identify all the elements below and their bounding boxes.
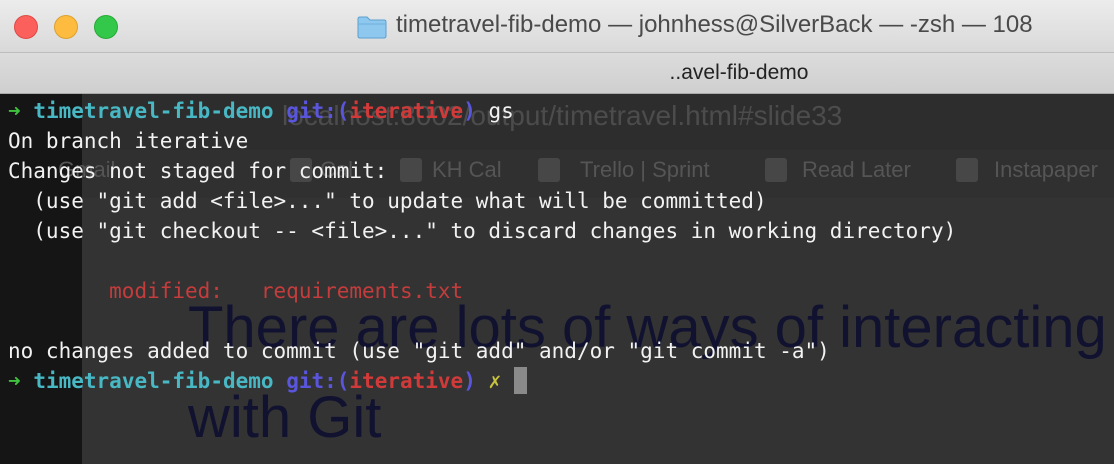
dirty-marker-icon: ✗ (488, 369, 502, 393)
modified-line: modified: requirements.txt (8, 276, 956, 306)
prompt-directory: timetravel-fib-demo (33, 99, 274, 123)
output-line: Changes not staged for commit: (8, 159, 388, 183)
modified-label: modified: (109, 279, 223, 303)
bookmark-instapaper: Instapaper (994, 157, 1098, 182)
prompt-arrow-icon: ➜ (8, 99, 21, 123)
window-titlebar[interactable]: timetravel-fib-demo — johnhess@SilverBac… (0, 0, 1114, 53)
prompt-line: ➜ timetravel-fib-demo git:(iterative) ✗ (8, 366, 956, 396)
window-title: timetravel-fib-demo — johnhess@SilverBac… (396, 11, 1033, 38)
prompt-line: ➜ timetravel-fib-demo git:(iterative) gs (8, 99, 514, 123)
output-line: On branch iterative (8, 129, 249, 153)
tab-active[interactable]: ..avel-fib-demo (0, 61, 1114, 85)
minimize-button[interactable] (54, 15, 78, 39)
text-cursor[interactable] (513, 367, 527, 394)
folder-icon (357, 16, 387, 39)
prompt-branch: iterative (349, 99, 464, 123)
prompt-arrow-icon: ➜ (8, 369, 21, 393)
output-line: (use "git add <file>..." to update what … (8, 189, 767, 213)
modified-file: requirements.txt (260, 279, 464, 303)
zoom-button[interactable] (94, 15, 118, 39)
summary-line: no changes added to commit (use "git add… (8, 339, 830, 363)
prompt-directory: timetravel-fib-demo (33, 369, 274, 393)
output-line: (use "git checkout -- <file>..." to disc… (8, 219, 957, 243)
prompt-branch: iterative (349, 369, 464, 393)
tab-bar: ..avel-fib-demo (0, 53, 1114, 94)
instapaper-icon (956, 158, 978, 182)
terminal-content[interactable]: localhost:8002/output/timetravel.html#sl… (0, 94, 1114, 464)
terminal-output: ➜ timetravel-fib-demo git:(iterative) gs… (8, 96, 956, 396)
close-button[interactable] (14, 15, 38, 39)
typed-command: gs (488, 99, 514, 123)
